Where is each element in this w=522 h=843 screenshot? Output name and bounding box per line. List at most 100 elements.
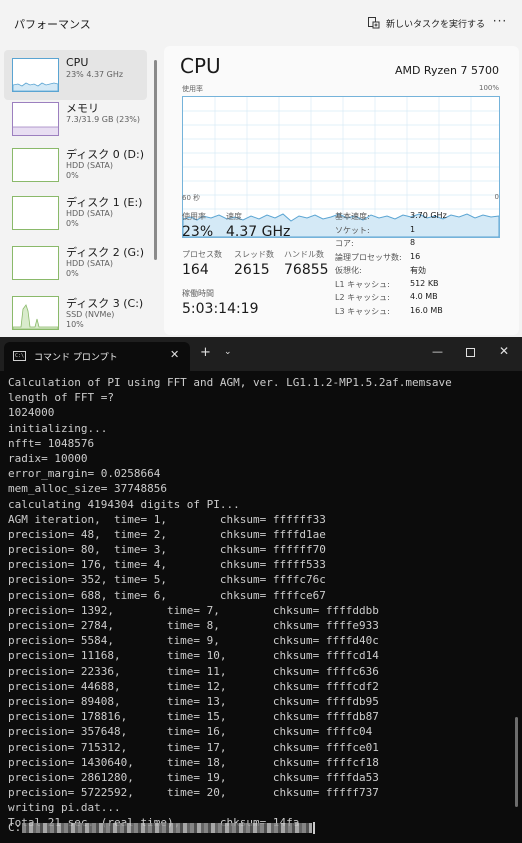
output-line: radix= 10000 bbox=[8, 451, 88, 465]
spec-value: 512 KB bbox=[410, 279, 439, 288]
output-line: precision= 715312, time= 17, chksum= fff… bbox=[8, 740, 379, 754]
output-line: precision= 80, time= 3, chksum= ffffff70 bbox=[8, 543, 326, 557]
close-window-button[interactable]: ✕ bbox=[499, 344, 509, 358]
speed-label: 速度 bbox=[226, 212, 242, 221]
spec-label: L2 キャッシュ: bbox=[335, 293, 390, 302]
output-line: precision= 2861280, time= 19, chksum= ff… bbox=[8, 770, 379, 784]
text-cursor bbox=[313, 821, 316, 834]
performance-sidebar: CPU 23% 4.37 GHz メモリ 7.3/31.9 GB (23%) デ… bbox=[0, 46, 150, 337]
spec-value: 16.0 MB bbox=[410, 306, 443, 315]
sidebar-item-detail: 10% bbox=[66, 320, 84, 329]
output-line: precision= 5584, time= 9, chksum= ffffd4… bbox=[8, 634, 379, 648]
output-line: nfft= 1048576 bbox=[8, 436, 95, 450]
output-line: mem_alloc_size= 37748856 bbox=[8, 482, 167, 496]
sidebar-item-label: ディスク 1 (E:) bbox=[66, 196, 143, 209]
processes-value: 164 bbox=[182, 262, 209, 278]
spec-label: 論理プロセッサ数: bbox=[335, 253, 402, 262]
speed-value: 4.37 GHz bbox=[226, 224, 291, 240]
page-title: パフォーマンス bbox=[14, 18, 91, 31]
threads-label: スレッド数 bbox=[234, 250, 274, 259]
sidebar-item-disk-3[interactable]: ディスク 3 (C:) SSD (NVMe) 10% bbox=[4, 290, 147, 337]
disk-thumbnail-graph bbox=[12, 296, 59, 330]
output-line: length of FFT =? bbox=[8, 391, 114, 405]
spec-value: 16 bbox=[410, 252, 421, 261]
sidebar-item-memory[interactable]: メモリ 7.3/31.9 GB (23%) bbox=[4, 96, 147, 146]
sidebar-item-label: ディスク 0 (D:) bbox=[66, 148, 144, 161]
cpu-heading: CPU bbox=[180, 54, 221, 78]
graph-usage-label: 使用率 bbox=[182, 85, 203, 93]
spec-label: 基本速度: bbox=[335, 212, 370, 221]
spec-value: 3.70 GHz bbox=[410, 211, 447, 220]
terminal-scrollbar[interactable] bbox=[515, 717, 518, 807]
terminal-titlebar: C:\ コマンド プロンプト ✕ + ⌄ — ✕ bbox=[0, 337, 522, 371]
spec-label: L1 キャッシュ: bbox=[335, 280, 390, 289]
command-prompt-line[interactable]: C: bbox=[8, 820, 316, 835]
output-line: initializing... bbox=[8, 421, 108, 435]
chevron-down-icon[interactable]: ⌄ bbox=[224, 347, 232, 357]
maximize-button[interactable] bbox=[466, 348, 475, 357]
more-options-button[interactable]: ··· bbox=[490, 14, 510, 32]
output-line: precision= 5722592, time= 20, chksum= ff… bbox=[8, 786, 379, 800]
sidebar-item-detail: 0% bbox=[66, 219, 79, 228]
sidebar-item-disk-0[interactable]: ディスク 0 (D:) HDD (SATA) 0% bbox=[4, 144, 147, 194]
spec-value: 4.0 MB bbox=[410, 292, 438, 301]
output-line: precision= 178816, time= 15, chksum= fff… bbox=[8, 710, 379, 724]
output-line: precision= 352, time= 5, chksum= ffffc76… bbox=[8, 573, 326, 587]
sidebar-item-disk-1[interactable]: ディスク 1 (E:) HDD (SATA) 0% bbox=[4, 192, 147, 242]
close-tab-icon[interactable]: ✕ bbox=[170, 348, 179, 361]
graph-max-label: 100% bbox=[478, 84, 499, 92]
output-line: precision= 44688, time= 12, chksum= ffff… bbox=[8, 679, 379, 693]
memory-thumbnail-graph bbox=[12, 102, 59, 136]
sidebar-item-disk-2[interactable]: ディスク 2 (G:) HDD (SATA) 0% bbox=[4, 240, 147, 290]
disk-thumbnail-graph bbox=[12, 246, 59, 280]
run-new-task-button[interactable]: 新しいタスクを実行する bbox=[368, 14, 485, 32]
spec-label: L3 キャッシュ: bbox=[335, 307, 390, 316]
output-line: Calculation of PI using FFT and AGM, ver… bbox=[8, 376, 452, 389]
uptime-label: 稼働時間 bbox=[182, 289, 214, 298]
task-manager-window: パフォーマンス 新しいタスクを実行する ··· CPU 23% 4.37 GHz bbox=[0, 0, 522, 337]
tab-command-prompt[interactable]: C:\ コマンド プロンプト ✕ bbox=[4, 342, 190, 371]
output-line: writing pi.dat... bbox=[8, 801, 121, 815]
spec-value: 8 bbox=[410, 238, 416, 247]
sidebar-item-detail: 23% 4.37 GHz bbox=[66, 70, 124, 79]
sidebar-item-label: メモリ bbox=[66, 102, 99, 115]
output-line: precision= 2784, time= 8, chksum= ffffe9… bbox=[8, 619, 379, 632]
sidebar-item-label: CPU bbox=[66, 56, 89, 69]
graph-time-zero-label: 0 bbox=[494, 193, 499, 201]
disk-thumbnail-graph bbox=[12, 148, 59, 182]
handles-label: ハンドル数 bbox=[284, 250, 324, 259]
output-line: AGM iteration, time= 1, chksum= ffffff33 bbox=[8, 512, 326, 526]
redacted-prompt-path bbox=[22, 822, 313, 833]
cpu-thumbnail-graph bbox=[12, 58, 59, 92]
command-prompt-icon: C:\ bbox=[13, 351, 26, 361]
minimize-button[interactable]: — bbox=[432, 345, 443, 358]
threads-value: 2615 bbox=[234, 262, 270, 278]
utilization-label: 使用率 bbox=[182, 212, 206, 221]
spec-value: 有効 bbox=[410, 266, 426, 275]
output-line: precision= 1430640, time= 18, chksum= ff… bbox=[8, 755, 379, 769]
processes-label: プロセス数 bbox=[182, 250, 222, 259]
uptime-value: 5:03:14:19 bbox=[182, 301, 259, 317]
cpu-detail-panel: CPU AMD Ryzen 7 5700 使用率 100% 60 秒 0 使用率… bbox=[164, 46, 519, 335]
sidebar-item-label: ディスク 2 (G:) bbox=[66, 246, 145, 259]
output-line: precision= 176, time= 4, chksum= fffff53… bbox=[8, 558, 326, 572]
sidebar-scrollbar[interactable] bbox=[154, 60, 157, 260]
command-prompt-window: C:\ コマンド プロンプト ✕ + ⌄ — ✕ Calculation of … bbox=[0, 337, 522, 843]
terminal-output[interactable]: Calculation of PI using FFT and AGM, ver… bbox=[8, 375, 508, 843]
run-task-icon bbox=[368, 17, 380, 29]
output-line: precision= 1392, time= 7, chksum= ffffdd… bbox=[8, 603, 379, 617]
run-new-task-label: 新しいタスクを実行する bbox=[386, 19, 486, 30]
output-line: 1024000 bbox=[8, 406, 55, 420]
output-line: error_margin= 0.0258664 bbox=[8, 467, 161, 481]
new-tab-button[interactable]: + bbox=[200, 345, 211, 360]
spec-label: 仮想化: bbox=[335, 266, 362, 275]
sidebar-item-detail: 0% bbox=[66, 171, 79, 180]
sidebar-item-detail: 7.3/31.9 GB (23%) bbox=[66, 115, 141, 124]
sidebar-item-detail: HDD (SATA) bbox=[66, 161, 113, 170]
sidebar-item-cpu[interactable]: CPU 23% 4.37 GHz bbox=[4, 50, 147, 100]
handles-value: 76855 bbox=[284, 262, 329, 278]
output-line: precision= 89408, time= 13, chksum= ffff… bbox=[8, 694, 379, 708]
task-manager-header: パフォーマンス 新しいタスクを実行する ··· bbox=[0, 0, 522, 46]
sidebar-item-detail: 0% bbox=[66, 269, 79, 278]
prompt-drive: C: bbox=[8, 821, 22, 834]
